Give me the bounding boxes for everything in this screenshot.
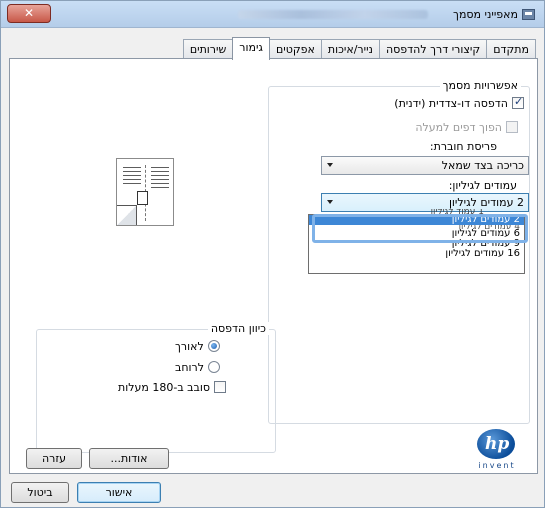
cancel-button[interactable]: ביטול <box>11 482 69 503</box>
about-button[interactable]: אודות... <box>89 448 169 469</box>
orientation-label: כיוון הדפסה <box>207 322 269 335</box>
rotate-checkbox[interactable] <box>214 381 227 393</box>
hp-logo: hp invent <box>471 429 523 471</box>
landscape-label: לרוחב <box>175 361 205 374</box>
title-bar: ✕ מאפייני מסמך <box>1 1 544 28</box>
tab-services[interactable]: שירותים <box>182 39 234 59</box>
booklet-layout-label: פריסת חוברת: <box>429 140 497 153</box>
close-button[interactable]: ✕ <box>7 4 51 23</box>
tab-printing-shortcuts[interactable]: קיצורי דרך להדפסה <box>378 39 488 59</box>
landscape-radio[interactable] <box>208 361 221 373</box>
list-item[interactable]: 16 עמודים לגיליון <box>309 249 524 259</box>
tab-advanced[interactable]: מתקדם <box>486 39 536 59</box>
duplex-label: הדפסה דו-צדדית (ידנית) <box>394 97 508 110</box>
flip-pages-label: הפוך דפים למעלה <box>415 121 502 134</box>
document-options-label: אפשרויות מסמך <box>439 79 521 92</box>
pages-per-sheet-label: עמודים לגיליון: <box>448 179 517 192</box>
hp-logo-text: hp <box>485 434 510 454</box>
list-item[interactable]: 9 עמודים לגיליון <box>309 239 524 249</box>
landscape-row[interactable]: לרוחב <box>175 361 221 374</box>
flip-pages-checkbox <box>506 121 518 133</box>
portrait-label: לאורך <box>175 340 204 353</box>
chevron-down-icon <box>327 163 333 167</box>
booklet-layout-dropdown[interactable]: כריכה בצד שמאל <box>321 156 529 175</box>
rotate-label: סובב ב-180 מעלות <box>118 381 211 394</box>
pages-per-sheet-listbox[interactable]: 2 עמודים לגיליון 4 עמודים לגיליון 6 עמוד… <box>308 214 525 274</box>
blurred-printer-name <box>238 10 428 19</box>
list-item[interactable]: 6 עמודים לגיליון <box>309 229 524 239</box>
duplex-checkbox[interactable] <box>512 95 524 109</box>
printer-icon <box>522 9 535 20</box>
window-title: מאפייני מסמך <box>453 8 518 21</box>
booklet-preview-image <box>116 158 174 226</box>
hp-logo-tagline: invent <box>478 461 516 470</box>
rotate-row[interactable]: סובב ב-180 מעלות <box>118 381 227 394</box>
tab-bar: מתקדם קיצורי דרך להדפסה נייר/איכות אפקטי… <box>182 37 536 60</box>
list-item[interactable]: 2 עמודים לגיליון <box>309 215 524 225</box>
portrait-row[interactable]: לאורך <box>175 340 220 353</box>
ok-button[interactable]: אישור <box>77 482 161 503</box>
flip-pages-row: הפוך דפים למעלה <box>415 121 518 134</box>
help-button[interactable]: עזרה <box>26 448 82 469</box>
tab-paper-quality[interactable]: נייר/איכות <box>320 39 380 59</box>
chevron-down-icon <box>327 200 333 204</box>
tab-effects[interactable]: אפקטים <box>268 39 322 59</box>
portrait-radio[interactable] <box>207 340 220 352</box>
pages-per-sheet-value: 2 עמודים לגיליון <box>448 196 524 209</box>
tab-finishing[interactable]: גימור <box>232 37 270 60</box>
document-properties-window: ✕ מאפייני מסמך מתקדם קיצורי דרך להדפסה נ… <box>0 0 545 508</box>
booklet-layout-value: כריכה בצד שמאל <box>441 159 524 172</box>
duplex-row[interactable]: הדפסה דו-צדדית (ידנית) <box>394 95 524 110</box>
